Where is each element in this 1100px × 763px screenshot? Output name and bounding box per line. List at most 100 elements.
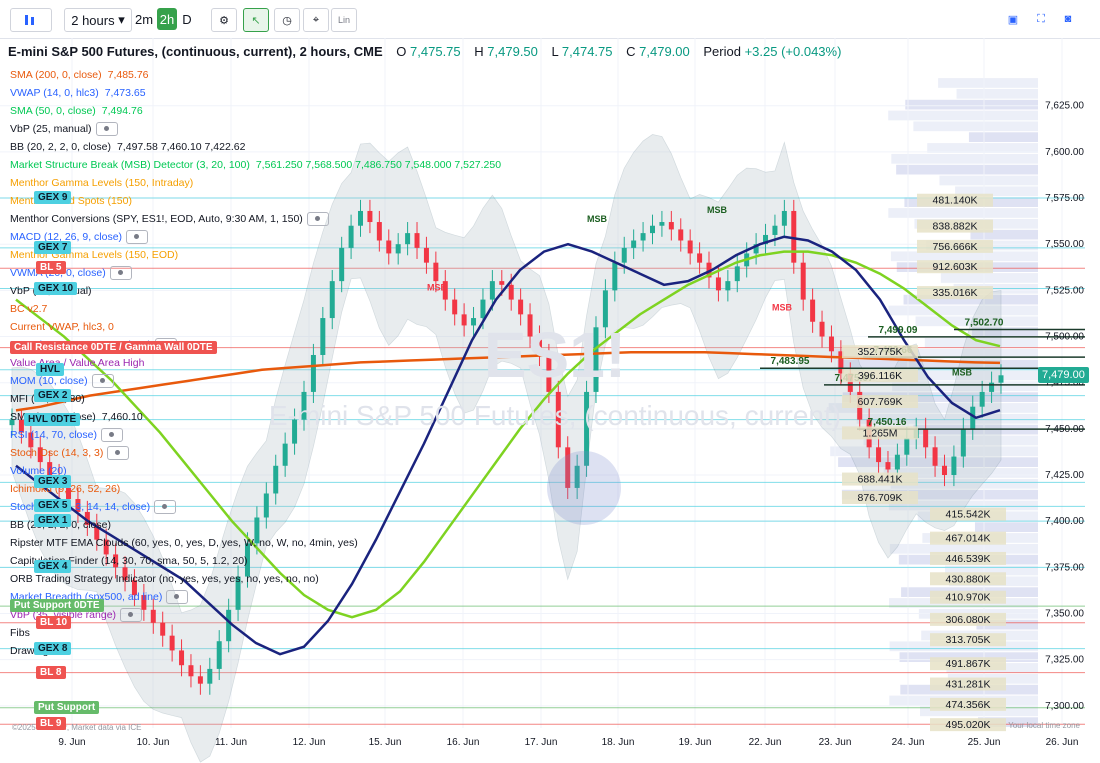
x-tick-label: 22. Jun xyxy=(749,737,782,748)
visibility-eye-icon[interactable] xyxy=(109,266,132,281)
volume-profile-bar xyxy=(940,273,1038,283)
interval-2m-button[interactable]: 2m xyxy=(134,8,154,30)
visibility-eye-icon[interactable] xyxy=(91,374,114,389)
candle-body xyxy=(932,447,938,466)
fullscreen-button[interactable]: ⛶ xyxy=(1029,8,1053,30)
interval-d-button[interactable]: D xyxy=(180,8,194,30)
indicator-legend-item[interactable]: MFI (14, 20, 80) xyxy=(10,390,530,408)
candle-body xyxy=(734,266,740,282)
target-icon: ⌖ xyxy=(312,13,320,26)
msb-label: MSB xyxy=(707,205,728,215)
candle-body xyxy=(923,428,929,448)
y-tick-label: 7,350.00 xyxy=(1045,609,1084,620)
indicator-legend-item[interactable]: Ripster MTF EMA Clouds (60, yes, 0, yes,… xyxy=(10,534,530,552)
indicator-name: Ripster MTF EMA Clouds (60, yes, 0, yes,… xyxy=(10,537,358,549)
visibility-eye-icon[interactable] xyxy=(95,122,118,137)
msb-level-label: 7,499.09 xyxy=(879,325,918,336)
volume-label: 410.970K xyxy=(946,592,991,604)
indicator-legend-item[interactable]: VWAP (14, 0, hlc3) 7,473.65 xyxy=(10,84,530,102)
volume-label: 491.867K xyxy=(946,658,991,670)
indicator-legend-item[interactable]: Market Structure Break (MSB) Detector (3… xyxy=(10,156,530,174)
visibility-eye-icon[interactable] xyxy=(306,212,329,227)
volume-label: 431.281K xyxy=(946,679,991,691)
indicator-legend-item[interactable]: RSI (14, 70, close) xyxy=(10,426,530,444)
volume-label: 912.603K xyxy=(933,261,978,273)
volume-profile-bar xyxy=(956,88,1038,99)
level-badge: GEX 3 xyxy=(34,475,72,489)
indicator-legend-item[interactable]: BB (20, 2, 2, 0, close) xyxy=(10,516,530,534)
indicator-name: Stoch Osc (14, 3, 3) xyxy=(10,447,104,459)
indicator-legend-item[interactable]: MOM (10, close) xyxy=(10,372,530,390)
interval-2h-button[interactable]: 2h xyxy=(157,8,177,30)
indicator-name: RSI (14, 70, close) xyxy=(10,429,97,441)
indicator-name: Value Area / Value Area High xyxy=(10,357,145,369)
x-tick-label: 26. Jun xyxy=(1046,737,1079,748)
indicator-legend-item[interactable]: Menthor Gamma Levels (150, EOD) xyxy=(10,246,530,264)
volume-profile-bar xyxy=(888,305,1038,316)
indicator-legend-item[interactable]: Fibs xyxy=(10,624,530,642)
visibility-eye-icon[interactable] xyxy=(107,446,130,461)
x-tick-label: 17. Jun xyxy=(525,737,558,748)
indicator-legend-item[interactable]: BB (20, 2, 2, 0, close) 7,497.58 7,460.10… xyxy=(10,138,530,156)
top-toolbar: 2 hours ▾ 2m 2h D ⚙ ↖ ◷ ⌖ Lin ▣ ⛶ ◙ xyxy=(0,0,1100,39)
snapshot-button[interactable]: ◙ xyxy=(1056,8,1080,30)
candle-body xyxy=(819,321,825,337)
indicator-legend-item[interactable]: SMA (50, 0, close) 7,494.76 xyxy=(10,102,530,120)
indicator-legend-item[interactable]: Volume (20) xyxy=(10,462,530,480)
visibility-eye-icon[interactable] xyxy=(120,608,143,623)
indicator-legend-item[interactable]: Current VWAP, hlc3, 0 xyxy=(10,318,530,336)
indicator-legend-item[interactable]: SMA (200, 0, close) 7,485.76 xyxy=(10,66,530,84)
indicator-legend-item[interactable]: Value Area / Value Area High xyxy=(10,354,530,372)
x-tick-label: 10. Jun xyxy=(137,737,170,748)
close-key: C xyxy=(626,44,636,59)
candle-body xyxy=(631,240,637,248)
drawing-button[interactable]: ⌖ xyxy=(303,8,329,32)
indicator-legend-item[interactable]: Menthor Gamma Levels (150, Intraday) xyxy=(10,174,530,192)
level-badge: GEX 10 xyxy=(34,281,78,295)
volume-label: 1.265M xyxy=(862,427,897,439)
msb-level-label: 7,483.95 xyxy=(771,356,810,367)
visibility-eye-icon[interactable] xyxy=(166,590,189,605)
clock-icon: ◷ xyxy=(282,14,292,27)
x-tick-label: 11. Jun xyxy=(215,737,247,748)
indicator-legend-item[interactable]: Stoch RSI (3, 3, 14, 14, close) xyxy=(10,498,530,516)
symbol-title: E-mini S&P 500 Futures, (continuous, cur… xyxy=(8,44,383,59)
indicator-legend-item[interactable]: ORB Trading Strategy Indicator (no, yes,… xyxy=(10,570,530,588)
y-tick-label: 7,300.00 xyxy=(1045,701,1084,712)
interval-dropdown[interactable]: 2 hours ▾ xyxy=(64,8,132,32)
indicator-legend-item[interactable]: VWMA (20, 0, close) xyxy=(10,264,530,282)
settings-button[interactable]: ⚙ xyxy=(211,8,237,32)
volume-label: 313.705K xyxy=(946,634,991,646)
visibility-eye-icon[interactable] xyxy=(154,500,177,515)
level-badge: GEX 9 xyxy=(34,191,72,205)
indicator-legend-item[interactable]: Menthor Conversions (SPY, ES1!, EOD, Aut… xyxy=(10,210,530,228)
indicator-legend-item[interactable]: SMA (20, 0, close)7,460.10 xyxy=(10,408,530,426)
level-badge: GEX 5 xyxy=(34,499,72,513)
visibility-eye-icon[interactable] xyxy=(126,230,149,245)
indicator-legend-item[interactable]: VbP (35, manual) xyxy=(10,282,530,300)
indicator-legend-item[interactable]: Drawings xyxy=(10,642,530,660)
crosshair-button[interactable]: ↖ xyxy=(243,8,269,32)
indicator-legend-item[interactable]: BC v2.7 xyxy=(10,300,530,318)
candle-body xyxy=(678,229,684,241)
indicator-legend-item[interactable]: Menthor Blind Spots (150) xyxy=(10,192,530,210)
candle-body xyxy=(810,299,816,322)
replay-button[interactable]: ◷ xyxy=(274,8,300,32)
add-indicator-button[interactable]: ▣ xyxy=(1001,8,1025,30)
x-tick-label: 25. Jun xyxy=(968,737,1001,748)
volume-label: 415.542K xyxy=(946,509,991,521)
indicator-value: 7,561.250 7,568.500 7,486.750 7,548.000 … xyxy=(255,159,502,171)
indicator-legend-item[interactable]: VbP (25, manual) xyxy=(10,120,530,138)
scale-button[interactable]: Lin xyxy=(331,8,357,32)
volume-profile-bar xyxy=(905,99,1038,110)
candle-body xyxy=(998,375,1004,383)
visibility-eye-icon[interactable] xyxy=(100,428,123,443)
indicator-legend-item[interactable]: MACD (12, 26, 9, close) xyxy=(10,228,530,246)
chart-type-button[interactable] xyxy=(10,8,52,32)
volume-label: 838.882K xyxy=(933,221,978,233)
indicator-legend-item[interactable]: Capitulation Finder (14, 30, 70, sma, 50… xyxy=(10,552,530,570)
indicator-legend-item[interactable]: Ichimoku (9, 26, 52, 26) xyxy=(10,480,530,498)
level-badge: Call Resistance 0DTE / Gamma Wall 0DTE xyxy=(10,340,217,354)
indicator-legend-item[interactable]: Stoch Osc (14, 3, 3) xyxy=(10,444,530,462)
x-tick-label: 15. Jun xyxy=(369,737,402,748)
